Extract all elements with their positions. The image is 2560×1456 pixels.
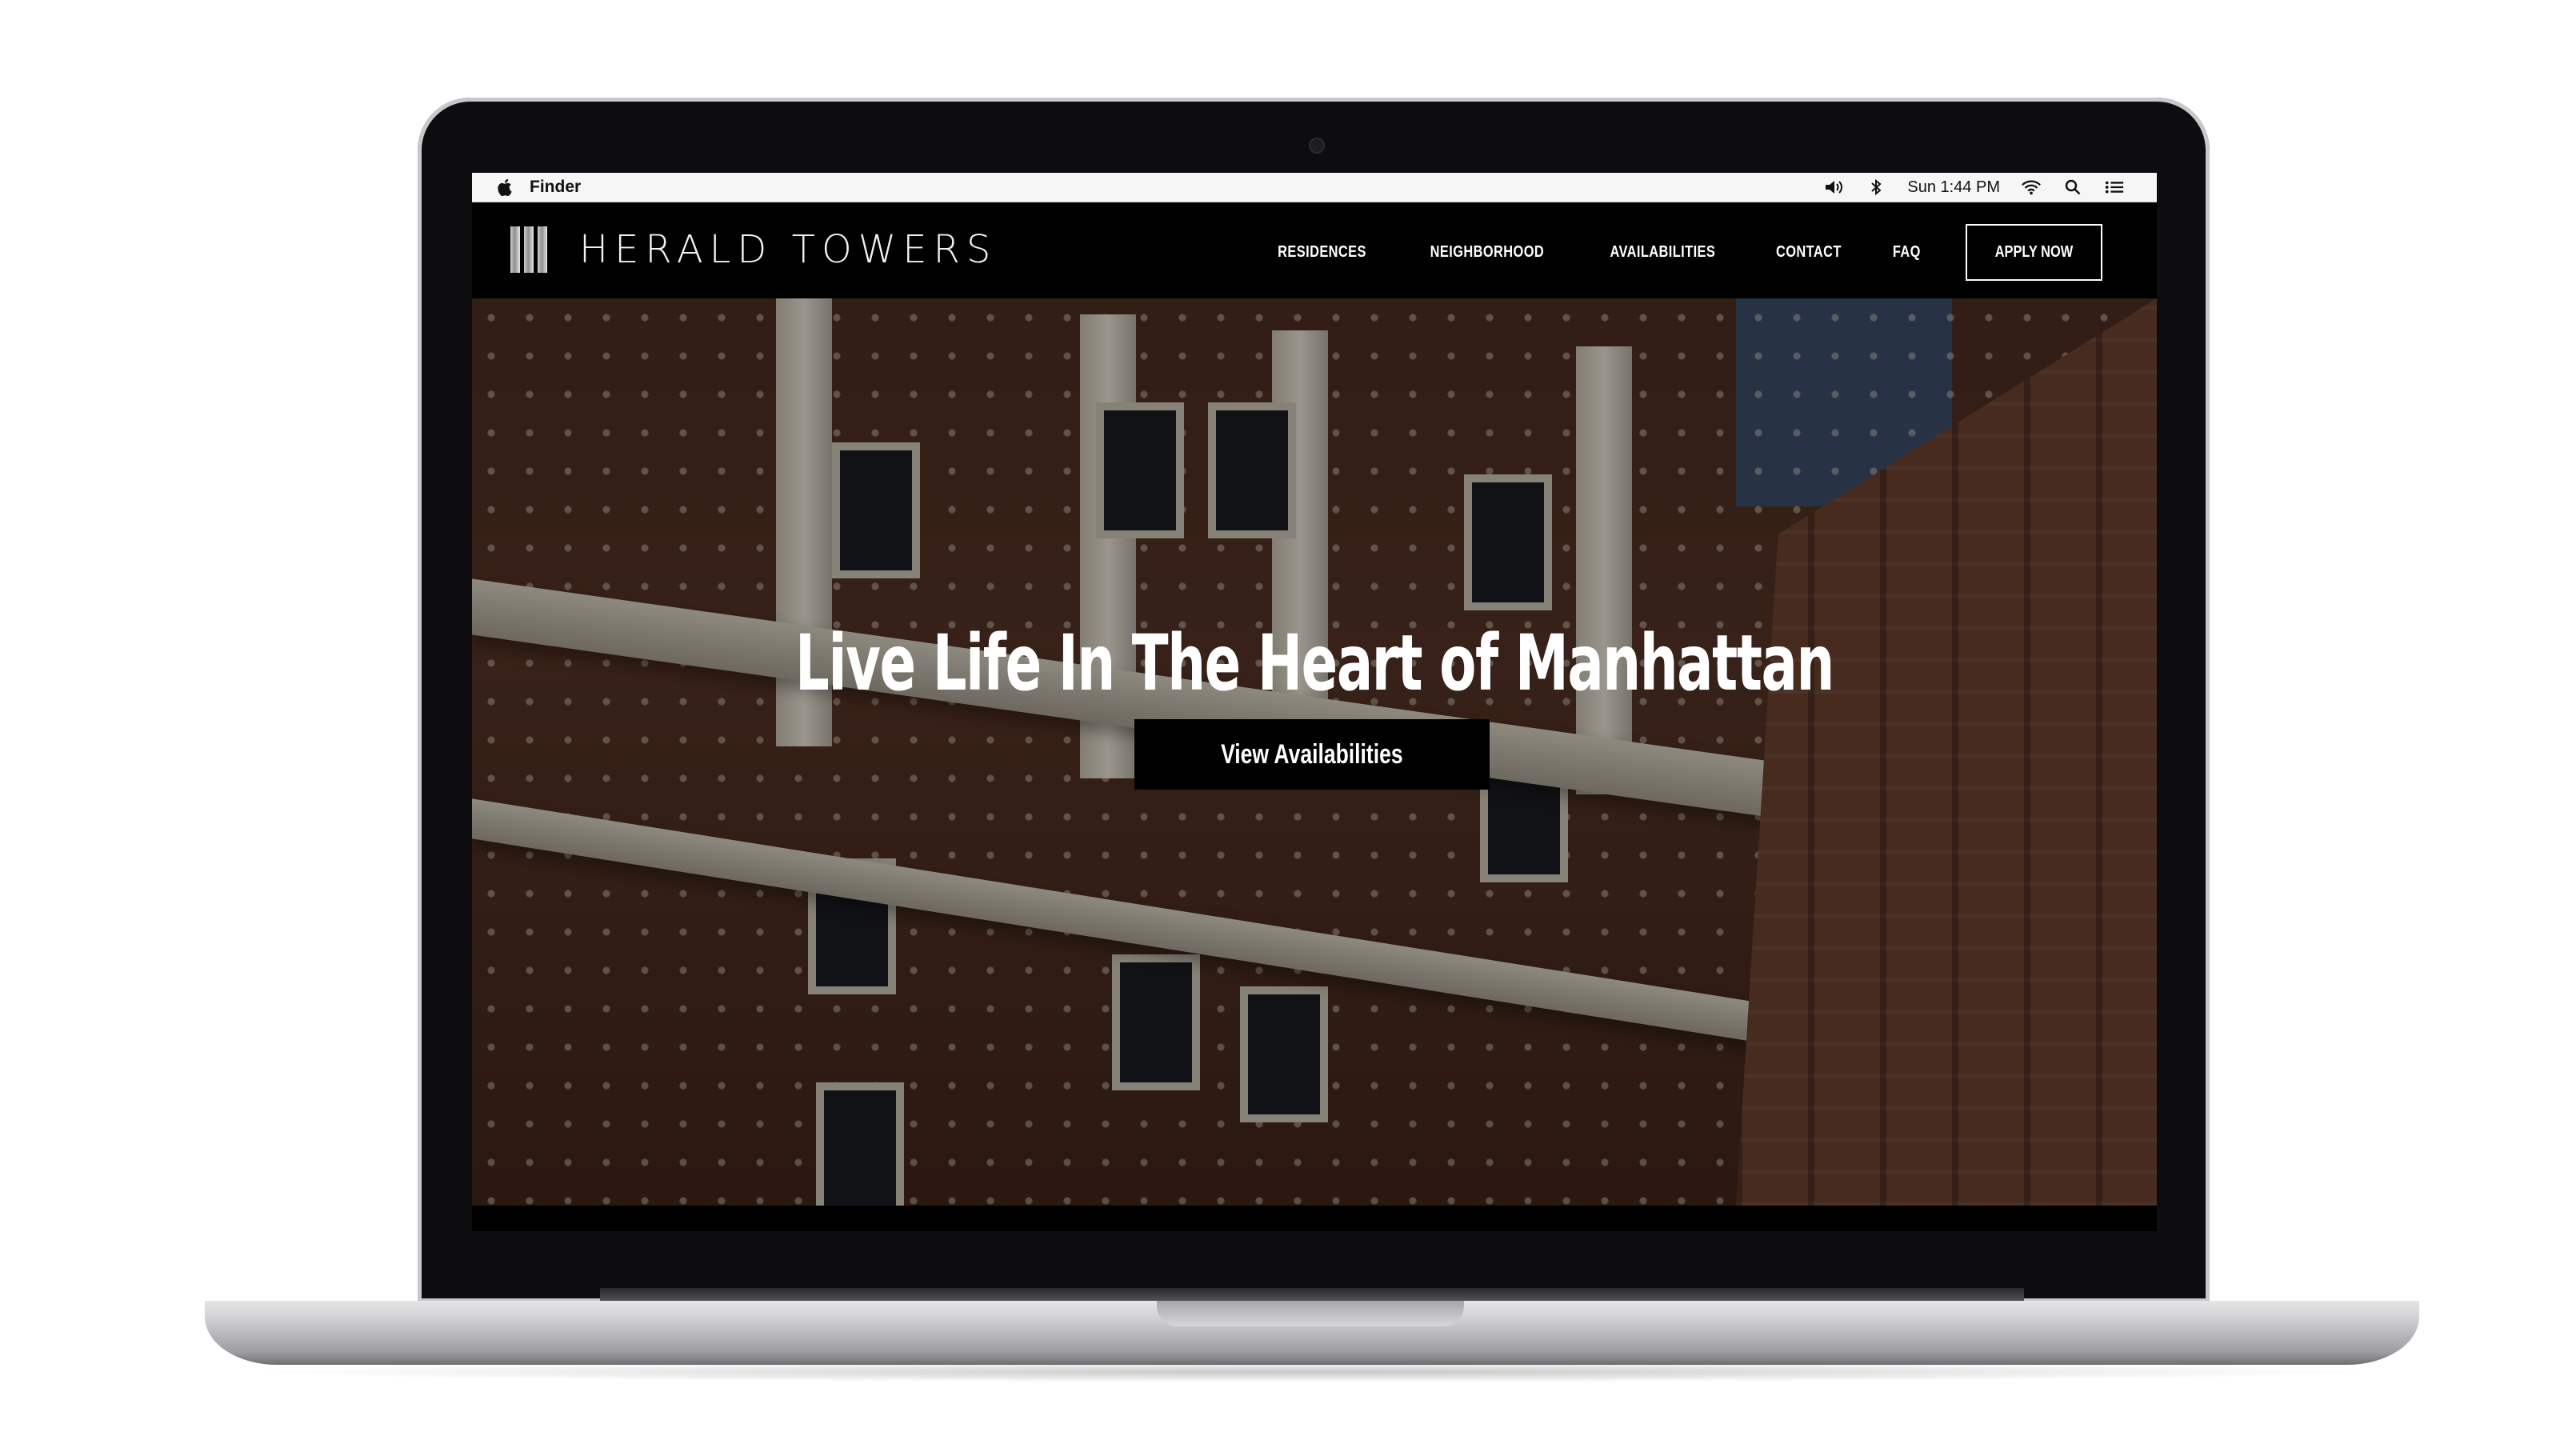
screen: Finder Sun 1:44 PM HERALD TOWERS RESIDEN…: [472, 173, 2157, 1231]
camera-icon: [1309, 138, 1325, 154]
brand-logo[interactable]: HERALD TOWERS: [510, 226, 997, 273]
macos-menubar: Finder Sun 1:44 PM: [472, 173, 2157, 202]
view-availabilities-button[interactable]: View Availabilities: [1134, 719, 1490, 790]
volume-icon[interactable]: [1824, 177, 1845, 198]
nav-availabilities[interactable]: AVAILABILITIES: [1610, 243, 1715, 262]
hero-title: Live Life In The Heart of Manhattan: [795, 618, 1834, 708]
list-icon[interactable]: [2104, 177, 2125, 198]
menubar-status-area: Sun 1:44 PM: [1824, 173, 2125, 202]
wifi-icon[interactable]: [2021, 177, 2042, 198]
search-icon[interactable]: [2062, 177, 2083, 198]
menubar-app-name[interactable]: Finder: [530, 178, 581, 197]
bluetooth-icon[interactable]: [1866, 177, 1886, 198]
laptop-shadow: [240, 1362, 2384, 1382]
main-nav: RESIDENCES NEIGHBORHOOD AVAILABILITIES C…: [1268, 222, 2102, 282]
hero-section: Live Life In The Heart of Manhattan View…: [472, 298, 2157, 1206]
nav-faq[interactable]: FAQ: [1893, 243, 1921, 262]
apple-icon[interactable]: [496, 177, 515, 198]
nav-residences[interactable]: RESIDENCES: [1278, 243, 1366, 262]
apply-now-button[interactable]: APPLY NOW: [1966, 223, 2102, 281]
view-availabilities-label: View Availabilities: [1221, 738, 1403, 770]
laptop-lid-notch: [1157, 1301, 1464, 1326]
apply-now-label: APPLY NOW: [1994, 242, 2074, 261]
menubar-clock[interactable]: Sun 1:44 PM: [1907, 178, 2000, 197]
tower-logo-icon: [510, 226, 547, 273]
site-header: HERALD TOWERS RESIDENCES NEIGHBORHOOD AV…: [472, 202, 2157, 298]
nav-neighborhood[interactable]: NEIGHBORHOOD: [1430, 243, 1545, 262]
brand-name: HERALD TOWERS: [579, 227, 998, 272]
nav-contact[interactable]: CONTACT: [1776, 243, 1842, 262]
